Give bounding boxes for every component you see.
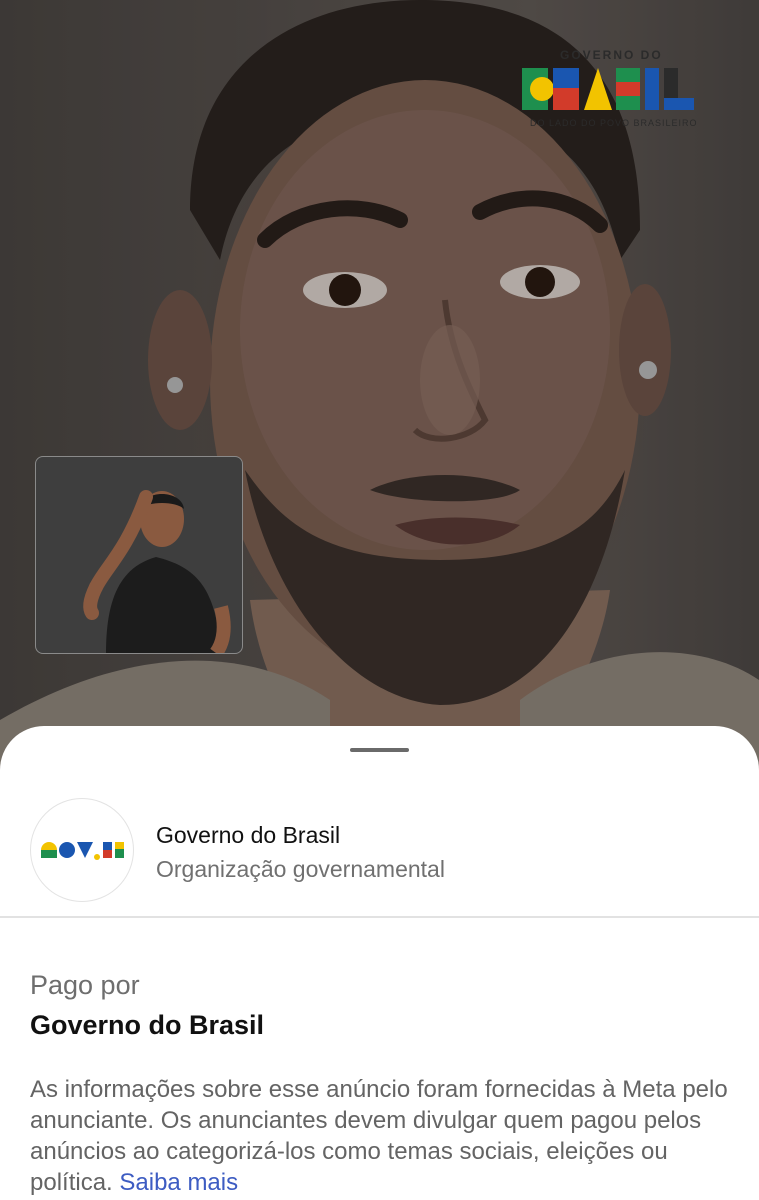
logo-tagline: DO LADO DO POVO BRASILEIRO bbox=[530, 118, 698, 128]
interpreter-figure bbox=[83, 490, 231, 653]
advertiser-category: Organização governamental bbox=[156, 856, 445, 882]
paid-by-label: Pago por bbox=[30, 970, 140, 1000]
advertiser-avatar[interactable] bbox=[30, 798, 134, 902]
ad-video[interactable]: GOVERNO DO DO LADO DO POVO BRASILEIRO bbox=[0, 0, 759, 780]
brasil-wordmark bbox=[522, 68, 694, 110]
ad-info-bottom-sheet: Governo do Brasil Organização governamen… bbox=[0, 726, 759, 1200]
learn-more-link[interactable]: Saiba mais bbox=[119, 1169, 238, 1196]
paid-by-value: Governo do Brasil bbox=[30, 1010, 265, 1040]
ad-disclaimer: As informações sobre esse anúncio foram … bbox=[30, 1074, 735, 1198]
section-divider bbox=[0, 916, 759, 918]
sign-language-interpreter-window bbox=[35, 456, 243, 654]
governo-do-brasil-logo: GOVERNO DO DO LADO DO POVO BRASILEIRO bbox=[520, 44, 705, 134]
logo-top-text: GOVERNO DO bbox=[560, 48, 663, 62]
advertiser-name[interactable]: Governo do Brasil bbox=[156, 822, 340, 849]
gov-br-logo-icon bbox=[41, 842, 124, 860]
sheet-drag-handle[interactable] bbox=[350, 748, 409, 752]
